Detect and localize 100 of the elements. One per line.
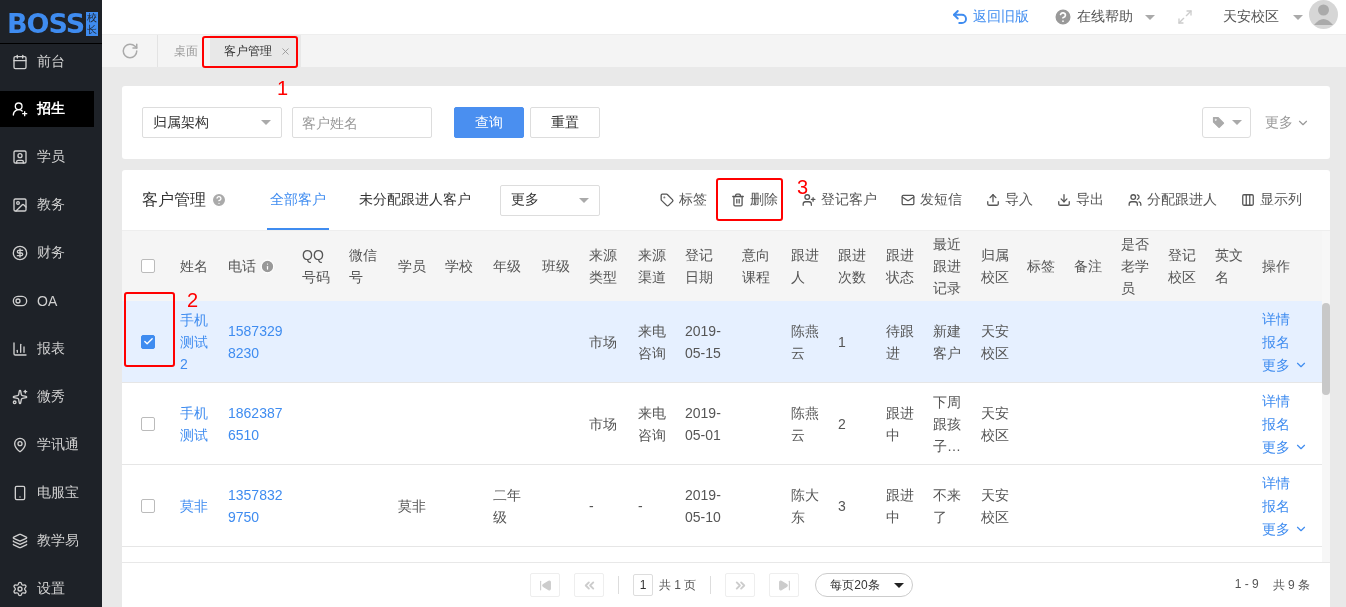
page-input[interactable]: 1 — [633, 574, 653, 596]
toolbar-button[interactable]: 导出 — [1057, 191, 1104, 209]
back-link[interactable]: 返回旧版 — [951, 8, 1029, 26]
map-pin-icon — [12, 437, 28, 453]
more-menu-link[interactable]: 更多 — [1262, 517, 1322, 540]
annotation-number: 1 — [277, 80, 289, 96]
tag-icon — [660, 193, 674, 207]
column-header: 学校 — [445, 257, 473, 276]
table-cell-text: - — [589, 496, 594, 516]
avatar[interactable] — [1309, 0, 1338, 29]
columns-icon — [1241, 193, 1255, 207]
name-input[interactable]: 客户姓名 — [292, 107, 432, 138]
table-cell-text: 天安校区 — [981, 321, 1010, 363]
action-link[interactable]: 报名 — [1262, 494, 1322, 517]
table-cell-text: 市场 — [589, 414, 617, 434]
sidebar-item[interactable]: 电服宝 — [0, 475, 94, 511]
first-page-icon — [538, 578, 552, 592]
toolbar-button[interactable]: 分配跟进人 — [1128, 191, 1217, 209]
column-header: 备注 — [1074, 257, 1102, 276]
filter-tab[interactable]: 未分配跟进人客户 — [356, 170, 474, 230]
table-cell-text: 跟进中 — [886, 403, 915, 445]
table-cell-text: 来电咨询 — [638, 403, 667, 445]
action-link[interactable]: 详情 — [1262, 471, 1322, 494]
scrollbar[interactable] — [1322, 303, 1330, 395]
column-header: 标签 — [1027, 257, 1055, 276]
row-checkbox[interactable] — [141, 416, 155, 431]
table-cell-text: 莫非 — [398, 496, 426, 516]
table-cell-text: 下周跟孩子… — [933, 392, 962, 456]
table-cell-text: 不来了 — [933, 485, 962, 527]
sidebar-item[interactable]: 学员 — [0, 139, 94, 175]
users-icon — [1128, 193, 1142, 207]
sidebar-item[interactable]: 前台 — [0, 44, 94, 79]
more-select[interactable]: 更多 — [500, 184, 600, 216]
more-menu-link[interactable]: 更多 — [1262, 435, 1322, 458]
table-cell-text: 新建客户 — [933, 321, 962, 363]
column-header: 来源渠道 — [638, 246, 667, 287]
table-cell-text: 来电咨询 — [638, 321, 667, 363]
sidebar-item[interactable]: 教学易 — [0, 523, 94, 559]
last-page-button[interactable] — [769, 573, 800, 597]
user-add-icon — [12, 101, 28, 117]
sidebar-item[interactable]: OA — [0, 283, 94, 319]
help-icon[interactable] — [211, 192, 227, 208]
column-header: 意向课程 — [742, 246, 771, 287]
sidebar-item[interactable]: 财务 — [0, 235, 94, 271]
refresh-icon[interactable] — [120, 42, 139, 60]
column-header: 登记校区 — [1168, 246, 1197, 287]
next-page-button[interactable] — [725, 573, 756, 597]
page-count: 共 1 页 — [659, 576, 697, 594]
tag-icon — [1211, 115, 1226, 130]
action-link[interactable]: 详情 — [1262, 389, 1322, 412]
campus-menu[interactable]: 天安校区 — [1223, 8, 1303, 26]
table-cell-text: 天安校区 — [981, 403, 1010, 445]
toolbar-button[interactable]: 发短信 — [901, 191, 962, 209]
close-icon[interactable] — [280, 45, 291, 57]
column-header: 英文名 — [1215, 246, 1244, 287]
sidebar-item[interactable]: 微秀 — [0, 379, 94, 415]
row-checkbox[interactable] — [141, 334, 155, 349]
column-header: 班级 — [542, 257, 570, 276]
sidebar-item[interactable]: 招生 — [0, 91, 94, 127]
row-checkbox[interactable] — [141, 498, 155, 513]
table-link[interactable]: 莫非 — [180, 494, 208, 517]
table-link[interactable]: 手机测试 — [180, 401, 211, 446]
action-link[interactable]: 报名 — [1262, 412, 1322, 435]
table-cell-text: 1 — [838, 332, 846, 352]
previous-page-button[interactable] — [574, 573, 604, 597]
sidebar-item[interactable]: 设置 — [0, 571, 94, 607]
table-cell-text: 陈燕云 — [791, 321, 820, 363]
calendar-icon — [12, 53, 28, 70]
logo-badge: 校长 — [86, 12, 99, 36]
toggle-icon — [12, 293, 28, 309]
page-tab[interactable]: 客户管理 — [210, 35, 301, 67]
table-cell-text: 二年级 — [493, 485, 522, 527]
tag-dropdown[interactable] — [1202, 107, 1251, 138]
reset-button[interactable]: 重置 — [530, 107, 600, 138]
table-cell-text: 天安校区 — [981, 485, 1010, 527]
column-header: 登记日期 — [685, 246, 714, 287]
column-header: 微信号 — [349, 246, 378, 287]
sidebar-item[interactable]: 教务 — [0, 187, 94, 223]
column-header: 电话 — [228, 257, 256, 276]
table-link[interactable]: 18623876510 — [228, 401, 285, 446]
first-page-button[interactable] — [530, 573, 560, 597]
table-cell-text: 2019-05-01 — [685, 403, 722, 445]
column-header: 学员 — [398, 257, 426, 276]
toolbar-button[interactable]: 导入 — [986, 191, 1033, 209]
toolbar-button[interactable]: 删除 — [731, 191, 778, 209]
upload-icon — [986, 193, 1000, 207]
select-all-checkbox[interactable] — [141, 259, 155, 273]
toolbar-button[interactable]: 显示列 — [1241, 191, 1302, 209]
column-header: 是否老学员 — [1121, 235, 1150, 298]
mail-icon — [901, 193, 915, 207]
table-cell-text: 2019-05-10 — [685, 485, 722, 527]
settings-icon — [12, 581, 28, 597]
help-menu[interactable]: 在线帮助 — [1053, 7, 1155, 27]
column-header: 跟进人 — [791, 246, 820, 287]
org-select[interactable]: 归属架构 — [142, 107, 282, 138]
toolbar-button[interactable]: 标签 — [660, 191, 707, 209]
sidebar-item[interactable]: 报表 — [0, 331, 94, 367]
fullscreen-icon[interactable] — [1177, 9, 1193, 25]
item-total: 共 9 条 — [1272, 576, 1310, 594]
sidebar-item[interactable]: 学讯通 — [0, 427, 94, 463]
